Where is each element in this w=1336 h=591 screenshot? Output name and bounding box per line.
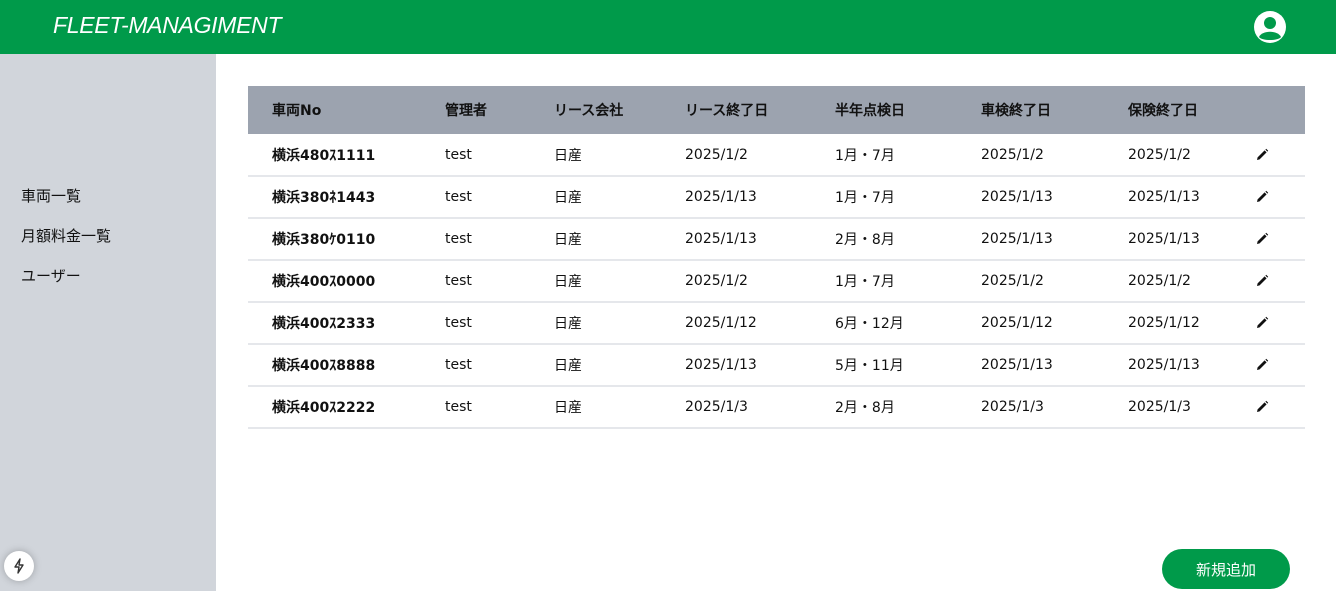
table-cell: 1月・7月	[835, 147, 895, 164]
table-row: 横浜380ﾈ1443 test 日産 2025/1/13 1月・7月 2025/1/13 2…	[248, 176, 1305, 218]
column-header: リース会社	[554, 103, 624, 119]
table-cell: test	[445, 315, 472, 331]
table-cell: test	[445, 399, 472, 415]
table-cell: test	[445, 146, 472, 163]
column-header: 車両No	[272, 103, 322, 119]
sidebar-item-users[interactable]: ユーザー	[21, 265, 81, 286]
table-cell: 2月・8月	[835, 400, 895, 416]
table-cell: 横浜400ｽ2222	[272, 400, 376, 416]
pencil-icon[interactable]	[1255, 190, 1269, 204]
row-actions-cell	[1255, 302, 1305, 344]
table-cell: 2025/1/13	[1128, 357, 1200, 373]
table-cell: 2025/1/2	[685, 146, 748, 163]
table-cell: 1月・7月	[835, 274, 895, 290]
column-header: 保険終了日	[1128, 103, 1198, 119]
row-actions-cell	[1255, 344, 1305, 386]
table-cell: 日産	[554, 274, 582, 290]
table-row: 横浜480ｽ1111 test 日産 2025/1/2 1月・7月 2025/1/2 202…	[248, 134, 1305, 176]
table-cell: 日産	[554, 232, 582, 248]
table-cell: 日産	[554, 190, 582, 206]
column-header-actions	[1255, 86, 1305, 134]
pencil-icon[interactable]	[1255, 400, 1269, 414]
table-cell: 日産	[554, 400, 582, 416]
table-header-row: 車両No 管理者 リース会社 リース終了日 半年点検日 車検終了日 保険終了日	[248, 86, 1305, 134]
table-cell: 2025/1/2	[981, 146, 1044, 163]
table-cell: 日産	[554, 358, 582, 374]
table-cell: 横浜380ｹ0110	[272, 232, 376, 248]
table-cell: 2025/1/2	[1128, 146, 1191, 163]
row-actions-cell	[1255, 176, 1305, 218]
table-cell: 2025/1/2	[685, 273, 748, 289]
table-cell: test	[445, 189, 472, 205]
table-cell: 2025/1/13	[1128, 189, 1200, 205]
pencil-icon[interactable]	[1255, 274, 1269, 288]
sidebar-item-vehicle-list[interactable]: 車両一覧	[21, 185, 81, 206]
sidebar-item-monthly-fee-list[interactable]: 月額料金一覧	[21, 225, 111, 246]
table-cell: test	[445, 231, 472, 247]
pencil-icon[interactable]	[1255, 358, 1269, 372]
table-cell: 横浜400ｽ0000	[272, 274, 376, 290]
table-cell: 2025/1/12	[981, 315, 1053, 331]
table-cell: 横浜400ｽ8888	[272, 358, 376, 374]
app-title: FLEET-MANAGIMENT	[53, 12, 282, 38]
table-row: 横浜400ｽ8888 test 日産 2025/1/13 5月・11月 2025/1/13…	[248, 344, 1305, 386]
table-cell: test	[445, 273, 472, 289]
table-row: 横浜380ｹ0110 test 日産 2025/1/13 2月・8月 2025/1/13 2…	[248, 218, 1305, 260]
table-cell: 2025/1/13	[685, 357, 757, 373]
table-cell: 日産	[554, 316, 582, 332]
table-cell: 横浜480ｽ1111	[272, 147, 376, 164]
table-cell: 2025/1/13	[981, 231, 1053, 247]
vehicle-table: 車両No 管理者 リース会社 リース終了日 半年点検日 車検終了日 保険終了日 …	[248, 86, 1305, 429]
table-cell: 2025/1/12	[1128, 315, 1200, 331]
dev-tools-badge[interactable]	[4, 551, 34, 581]
table-cell: 2月・8月	[835, 232, 895, 248]
table-cell: 日産	[554, 147, 582, 164]
table-cell: 2025/1/3	[1128, 399, 1191, 415]
table-cell: 横浜380ﾈ1443	[272, 190, 376, 206]
table-cell: 2025/1/2	[981, 273, 1044, 289]
pencil-icon[interactable]	[1255, 148, 1269, 162]
table-cell: 1月・7月	[835, 190, 895, 206]
table-cell: 2025/1/13	[1128, 231, 1200, 247]
column-header: 車検終了日	[981, 103, 1051, 119]
table-cell: 2025/1/3	[685, 399, 748, 415]
table-cell: 5月・11月	[835, 358, 904, 374]
table-cell: 横浜400ｽ2333	[272, 316, 376, 332]
column-header: 半年点検日	[835, 103, 905, 119]
pencil-icon[interactable]	[1255, 232, 1269, 246]
app-header: FLEET-MANAGIMENT	[0, 0, 1336, 54]
row-actions-cell	[1255, 134, 1305, 176]
column-header: 管理者	[445, 103, 487, 119]
add-new-button[interactable]: 新規追加	[1162, 549, 1290, 589]
user-circle-icon[interactable]	[1253, 10, 1287, 44]
bolt-icon	[14, 558, 24, 574]
table-cell: 2025/1/2	[1128, 273, 1191, 289]
row-actions-cell	[1255, 386, 1305, 428]
table-row: 横浜400ｽ2222 test 日産 2025/1/3 2月・8月 2025/1/3 202…	[248, 386, 1305, 428]
table-cell: 2025/1/13	[685, 189, 757, 205]
table-cell: test	[445, 357, 472, 373]
table-row: 横浜400ｽ2333 test 日産 2025/1/12 6月・12月 2025/1/12…	[248, 302, 1305, 344]
table-cell: 6月・12月	[835, 316, 904, 332]
sidebar: 車両一覧 月額料金一覧 ユーザー	[0, 54, 216, 591]
main-content: 車両No 管理者 リース会社 リース終了日 半年点検日 車検終了日 保険終了日 …	[216, 54, 1336, 591]
table-cell: 2025/1/13	[981, 189, 1053, 205]
table-cell: 2025/1/12	[685, 315, 757, 331]
row-actions-cell	[1255, 218, 1305, 260]
table-row: 横浜400ｽ0000 test 日産 2025/1/2 1月・7月 2025/1/2 202…	[248, 260, 1305, 302]
row-actions-cell	[1255, 260, 1305, 302]
table-cell: 2025/1/13	[981, 357, 1053, 373]
column-header: リース終了日	[685, 103, 769, 119]
pencil-icon[interactable]	[1255, 316, 1269, 330]
table-cell: 2025/1/13	[685, 231, 757, 247]
table-cell: 2025/1/3	[981, 399, 1044, 415]
